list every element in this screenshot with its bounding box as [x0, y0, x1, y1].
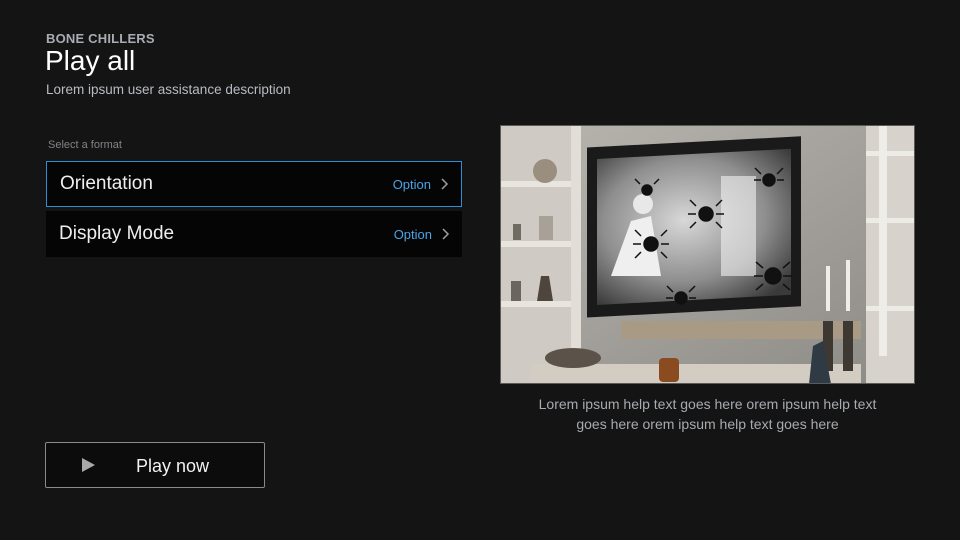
play-now-label: Play now	[136, 456, 210, 476]
help-text: Lorem ipsum help text goes here orem ips…	[500, 394, 915, 434]
format-section-label: Select a format	[48, 139, 122, 151]
help-text-line-1: Lorem ipsum help text goes here orem ips…	[538, 396, 877, 412]
option-value: Option	[392, 176, 431, 192]
option-value: Option	[393, 226, 432, 242]
play-icon	[82, 458, 95, 472]
chevron-right-icon	[441, 178, 449, 190]
preview-image	[500, 125, 915, 384]
help-text-line-2: goes here orem ipsum help text goes here	[576, 416, 839, 432]
play-now-button[interactable]: Play now	[45, 442, 265, 488]
option-display-mode[interactable]: Display Mode Option	[46, 211, 462, 257]
page-title: Play all	[45, 45, 136, 76]
eyebrow-title: BONE CHILLERS	[46, 31, 155, 46]
chevron-right-icon	[442, 228, 450, 240]
page-description: Lorem ipsum user assistance description	[46, 82, 291, 97]
option-label: Orientation	[60, 173, 153, 194]
preview-illustration	[501, 126, 914, 383]
option-label: Display Mode	[59, 223, 175, 244]
option-orientation[interactable]: Orientation Option	[46, 161, 462, 207]
